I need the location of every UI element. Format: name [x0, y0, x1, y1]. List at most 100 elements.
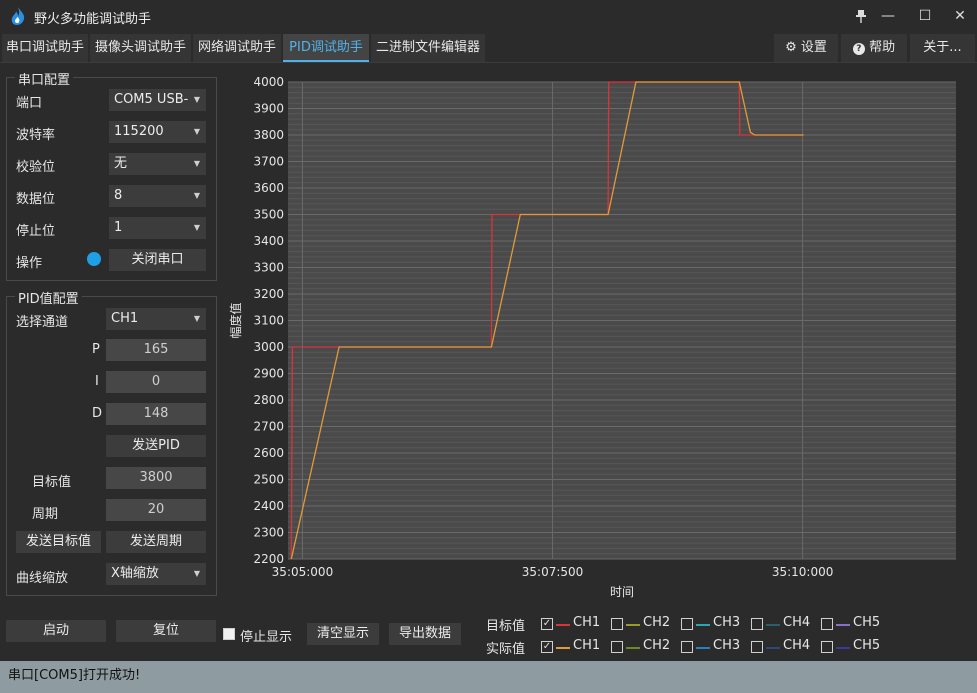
send-pid-button[interactable]: 发送PID — [106, 435, 206, 457]
send-target-button[interactable]: 发送目标值 — [16, 531, 101, 553]
port-select[interactable]: COM5 USB- ▼ — [109, 89, 206, 111]
actual-ch3-label: CH3 — [713, 638, 741, 653]
chevron-down-icon: ▼ — [193, 95, 200, 104]
actual-ch2-checkbox[interactable] — [611, 641, 623, 653]
help-icon: ? — [852, 43, 865, 55]
target-ch3-checkbox[interactable] — [681, 618, 693, 630]
tab-network[interactable]: 网络调试助手 — [193, 34, 281, 62]
y-tick-label: 3800 — [253, 128, 284, 142]
actual-ch1-label: CH1 — [573, 638, 601, 653]
y-tick-label: 2200 — [253, 552, 284, 566]
legend-target-label: 目标值 — [486, 619, 526, 634]
minimize-icon[interactable]: — — [870, 0, 906, 32]
x-tick-label: 35:05:000 — [272, 565, 334, 579]
stopbits-value: 1 — [114, 220, 123, 235]
actual-ch1-swatch — [556, 647, 570, 649]
y-tick-label: 2500 — [253, 473, 284, 487]
stop-display-checkbox[interactable] — [223, 628, 235, 640]
y-tick-label: 2900 — [253, 367, 284, 381]
tab-camera[interactable]: 摄像头调试助手 — [90, 34, 191, 62]
maximize-icon[interactable]: ☐ — [907, 0, 943, 32]
target-ch3-label: CH3 — [713, 615, 741, 630]
target-ch1-checkbox[interactable]: ✓ — [541, 618, 553, 630]
y-tick-label: 3900 — [253, 102, 284, 116]
d-input[interactable]: 148 — [106, 403, 206, 425]
i-label: I — [95, 374, 99, 389]
databits-select[interactable]: 8 ▼ — [109, 185, 206, 207]
channel-value: CH1 — [111, 311, 139, 326]
actual-ch2-swatch — [626, 647, 640, 649]
target-ch4-label: CH4 — [783, 615, 811, 630]
d-label: D — [92, 406, 103, 421]
start-button[interactable]: 启动 — [6, 620, 106, 642]
channel-select[interactable]: CH1 ▼ — [106, 308, 206, 330]
chevron-down-icon: ▼ — [193, 569, 200, 578]
i-input[interactable]: 0 — [106, 371, 206, 393]
chevron-down-icon: ▼ — [193, 223, 200, 232]
baud-label: 波特率 — [16, 128, 56, 143]
period-input[interactable]: 20 — [106, 499, 206, 521]
tab-pid[interactable]: PID调试助手 — [283, 34, 369, 62]
y-axis-label: 幅度值 — [228, 302, 243, 338]
actual-ch3-checkbox[interactable] — [681, 641, 693, 653]
stop-display-label: 停止显示 — [240, 630, 293, 645]
baud-select[interactable]: 115200 ▼ — [109, 121, 206, 143]
y-tick-label: 3300 — [253, 261, 284, 275]
about-button[interactable]: 关于... — [910, 34, 975, 62]
stopbits-select[interactable]: 1 ▼ — [109, 217, 206, 239]
y-tick-label: 3100 — [253, 314, 284, 328]
target-label: 目标值 — [32, 475, 72, 490]
parity-label: 校验位 — [16, 160, 56, 175]
export-data-button[interactable]: 导出数据 — [389, 623, 461, 645]
close-icon[interactable]: ✕ — [942, 0, 977, 32]
y-tick-label: 3700 — [253, 155, 284, 169]
send-period-button[interactable]: 发送周期 — [106, 531, 206, 553]
chevron-down-icon: ▼ — [193, 127, 200, 136]
actual-ch5-swatch — [836, 647, 850, 649]
actual-ch4-swatch — [766, 647, 780, 649]
tab-serial[interactable]: 串口调试助手 — [2, 34, 88, 62]
actual-ch2-label: CH2 — [643, 638, 671, 653]
help-button[interactable]: ? 帮助 — [841, 34, 907, 62]
zoom-label: 曲线缩放 — [16, 571, 69, 586]
serial-config-title: 串口配置 — [15, 69, 74, 88]
settings-button[interactable]: ⚙ 设置 — [774, 34, 838, 62]
target-ch4-swatch — [766, 624, 780, 626]
status-bar: 串口[COM5]打开成功! — [0, 661, 977, 693]
actual-ch5-label: CH5 — [853, 638, 881, 653]
y-tick-label: 3000 — [253, 340, 284, 354]
target-ch2-label: CH2 — [643, 615, 671, 630]
chevron-down-icon: ▼ — [193, 314, 200, 323]
title-bar: 野火多功能调试助手 — ☐ ✕ — [0, 0, 977, 32]
actual-ch3-swatch — [696, 647, 710, 649]
target-ch5-swatch — [836, 624, 850, 626]
p-input[interactable]: 165 — [106, 339, 206, 361]
target-ch3-swatch — [696, 624, 710, 626]
actual-ch1-checkbox[interactable]: ✓ — [541, 641, 553, 653]
y-tick-label: 4000 — [253, 75, 284, 89]
tab-binary-editor[interactable]: 二进制文件编辑器 — [371, 34, 485, 62]
pid-config-title: PID值配置 — [15, 288, 82, 307]
target-ch5-checkbox[interactable] — [821, 618, 833, 630]
target-ch2-checkbox[interactable] — [611, 618, 623, 630]
period-label: 周期 — [32, 507, 59, 522]
window-title: 野火多功能调试助手 — [34, 12, 152, 27]
target-ch4-checkbox[interactable] — [751, 618, 763, 630]
actual-ch4-checkbox[interactable] — [751, 641, 763, 653]
port-label: 端口 — [16, 96, 43, 111]
zoom-select[interactable]: X轴缩放 ▼ — [106, 563, 206, 585]
actual-ch5-checkbox[interactable] — [821, 641, 833, 653]
zoom-value: X轴缩放 — [111, 566, 159, 581]
y-tick-label: 3500 — [253, 208, 284, 222]
chevron-down-icon: ▼ — [193, 191, 200, 200]
close-port-button[interactable]: 关闭串口 — [109, 249, 206, 271]
reset-button[interactable]: 复位 — [116, 620, 216, 642]
tab-bar: 串口调试助手 摄像头调试助手 网络调试助手 PID调试助手 二进制文件编辑器 ⚙… — [0, 32, 977, 63]
y-tick-label: 3600 — [253, 181, 284, 195]
pid-chart[interactable]: 2200 2300 2400 2500 2600 2700 2800 2900 3000 3100… — [226, 70, 974, 605]
target-ch2-swatch — [626, 624, 640, 626]
parity-select[interactable]: 无 ▼ — [109, 153, 206, 175]
target-input[interactable]: 3800 — [106, 467, 206, 489]
clear-display-button[interactable]: 清空显示 — [307, 623, 379, 645]
parity-value: 无 — [114, 156, 128, 171]
